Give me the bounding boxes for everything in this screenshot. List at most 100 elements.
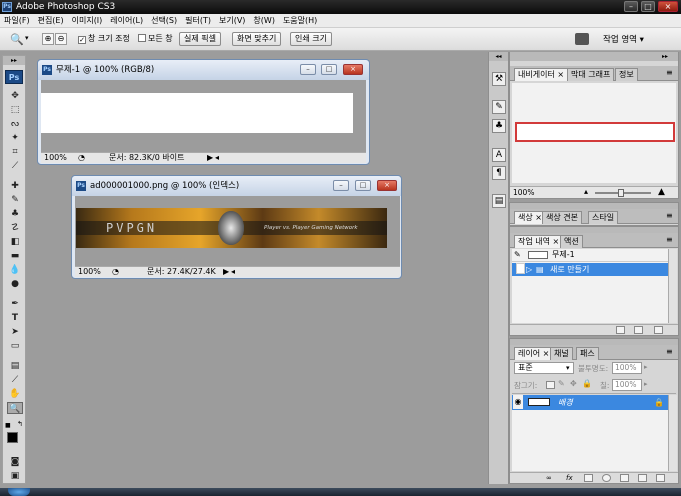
blend-mode-select[interactable]: 표준 ▾ bbox=[514, 362, 574, 374]
expand-dock-icon[interactable]: ◂◂ bbox=[489, 52, 508, 61]
minimize-button[interactable]: – bbox=[624, 1, 638, 12]
tool-preset-chevron-icon[interactable]: ▾ bbox=[25, 34, 29, 42]
shape-tool-icon[interactable]: ▭ bbox=[7, 340, 23, 352]
pen-tool-icon[interactable]: ✒ bbox=[7, 298, 23, 310]
scroll-left-icon[interactable]: ◂ bbox=[215, 153, 219, 163]
tab-info[interactable]: 정보 bbox=[615, 68, 638, 81]
panel-menu-icon[interactable]: ≡ bbox=[666, 211, 673, 220]
zoom-in-small-icon[interactable]: ▲ bbox=[658, 187, 665, 197]
navigator-view-box[interactable] bbox=[515, 122, 675, 142]
move-tool-icon[interactable]: ✥ bbox=[7, 90, 23, 102]
scroll-left-icon[interactable]: ◂ bbox=[231, 267, 235, 277]
type-tool-icon[interactable]: T bbox=[7, 312, 23, 324]
crop-tool-icon[interactable]: ⌗ bbox=[7, 146, 23, 158]
clone-stamp-tool-icon[interactable]: ♣ bbox=[7, 208, 23, 220]
lock-image-icon[interactable]: ✎ bbox=[558, 379, 565, 388]
document-window-png[interactable]: Ps ad000001000.png @ 100% (인덱스) – □ × PV… bbox=[71, 175, 402, 279]
path-selection-tool-icon[interactable]: ➤ bbox=[7, 326, 23, 338]
brush-tool-icon[interactable]: ✎ bbox=[7, 194, 23, 206]
layer-row-background[interactable]: ◉ 배경 🔒 bbox=[512, 395, 668, 410]
history-source-checkbox[interactable] bbox=[516, 263, 525, 274]
healing-brush-tool-icon[interactable]: ✚ bbox=[7, 180, 23, 192]
menu-window[interactable]: 창(W) bbox=[249, 14, 279, 27]
menu-layer[interactable]: 레이어(L) bbox=[106, 14, 147, 27]
delete-layer-icon[interactable] bbox=[656, 474, 665, 482]
foreground-color-swatch[interactable] bbox=[7, 432, 18, 443]
maximize-button[interactable]: □ bbox=[641, 1, 655, 12]
tab-actions[interactable]: 액션 bbox=[560, 235, 583, 248]
close-tab-icon[interactable]: × bbox=[535, 213, 542, 222]
lock-transparency-icon[interactable] bbox=[546, 381, 555, 389]
clone-source-icon[interactable]: ♣ bbox=[492, 119, 506, 133]
workspace-menu[interactable]: 작업 영역 ▾ bbox=[603, 33, 644, 45]
menu-view[interactable]: 보기(V) bbox=[215, 14, 249, 27]
menu-file[interactable]: 파일(F) bbox=[0, 14, 34, 27]
notes-tool-icon[interactable]: ▤ bbox=[7, 360, 23, 372]
close-tab-icon[interactable]: × bbox=[543, 349, 550, 358]
new-snapshot-icon[interactable] bbox=[634, 326, 643, 334]
default-colors-icon[interactable]: ■ bbox=[5, 422, 11, 429]
history-snapshot[interactable]: ✎ 무제-1 bbox=[512, 249, 668, 262]
canvas-white[interactable] bbox=[41, 93, 353, 133]
panel-menu-icon[interactable]: ≡ bbox=[666, 347, 673, 356]
paragraph-icon[interactable]: ¶ bbox=[492, 166, 506, 180]
tab-histogram[interactable]: 막대 그래프 bbox=[567, 68, 615, 81]
character-icon[interactable]: A bbox=[492, 148, 506, 162]
adjustment-layer-icon[interactable] bbox=[602, 474, 611, 482]
menu-image[interactable]: 이미지(I) bbox=[68, 14, 107, 27]
document-title-bar[interactable]: Ps ad000001000.png @ 100% (인덱스) – □ × bbox=[72, 176, 401, 196]
doc-minimize-button[interactable]: – bbox=[333, 180, 349, 191]
file-browser-icon[interactable] bbox=[575, 33, 589, 45]
magic-wand-tool-icon[interactable]: ✦ bbox=[7, 132, 23, 144]
history-brush-icon[interactable]: ✎ bbox=[514, 250, 521, 259]
layer-style-icon[interactable]: fx bbox=[566, 473, 573, 483]
fit-screen-button[interactable]: 화면 맞추기 bbox=[232, 32, 282, 46]
tab-history[interactable]: 작업 내역 × bbox=[514, 235, 564, 248]
lock-all-icon[interactable]: 🔒 bbox=[582, 379, 592, 388]
tool-presets-icon[interactable]: ⚒ bbox=[492, 72, 506, 86]
navigator-preview[interactable] bbox=[512, 83, 676, 183]
history-item-selected[interactable]: ▷ ▤ 새로 만들기 bbox=[512, 263, 668, 276]
zoom-in-icon[interactable]: ⊕ bbox=[42, 33, 54, 45]
tab-styles[interactable]: 스타일 bbox=[588, 211, 619, 224]
zoom-level[interactable]: 100% bbox=[44, 153, 67, 163]
resize-window-checkbox[interactable]: ✓ 창 크기 조정 bbox=[78, 33, 130, 45]
collapse-arrows-icon[interactable]: ▸▸ bbox=[662, 52, 668, 61]
tab-swatches[interactable]: 색상 견본 bbox=[542, 211, 582, 224]
fill-input[interactable]: 100% bbox=[612, 379, 642, 391]
canvas-area[interactable]: PVPGN Player vs. Player Gaming Network bbox=[75, 196, 400, 267]
close-tab-icon[interactable]: × bbox=[553, 237, 560, 246]
history-brush-tool-icon[interactable]: ☡ bbox=[7, 222, 23, 234]
doc-maximize-button[interactable]: □ bbox=[321, 64, 337, 75]
history-scrollbar[interactable] bbox=[668, 249, 677, 323]
zoom-out-icon[interactable]: ⊖ bbox=[55, 33, 67, 45]
collapse-arrows-icon[interactable]: ▸▸ bbox=[3, 56, 25, 65]
actual-pixels-button[interactable]: 실제 픽셀 bbox=[179, 32, 221, 46]
panel-menu-icon[interactable]: ≡ bbox=[666, 68, 673, 77]
eyedropper-tool-icon[interactable]: ⟋ bbox=[7, 374, 23, 386]
tab-channels[interactable]: 채널 bbox=[550, 347, 573, 360]
menu-help[interactable]: 도움말(H) bbox=[279, 14, 321, 27]
slice-tool-icon[interactable]: ⟋ bbox=[7, 160, 23, 172]
pvpgn-banner-image[interactable]: PVPGN Player vs. Player Gaming Network bbox=[76, 208, 387, 248]
all-windows-checkbox[interactable]: 모든 창 bbox=[138, 33, 173, 45]
new-document-from-state-icon[interactable] bbox=[616, 326, 625, 334]
close-button[interactable]: × bbox=[658, 1, 678, 12]
menu-select[interactable]: 선택(S) bbox=[147, 14, 181, 27]
canvas-area[interactable] bbox=[41, 80, 366, 153]
brushes-icon[interactable]: ✎ bbox=[492, 100, 506, 114]
blur-tool-icon[interactable]: 💧 bbox=[7, 264, 23, 276]
tab-paths[interactable]: 패스 bbox=[576, 347, 599, 360]
opacity-slider-arrow-icon[interactable]: ▸ bbox=[644, 363, 648, 371]
screen-mode-icon[interactable]: ▣ bbox=[7, 470, 23, 482]
lasso-tool-icon[interactable]: ᔓ bbox=[7, 118, 23, 130]
panel-menu-icon[interactable]: ≡ bbox=[666, 235, 673, 244]
menu-filter[interactable]: 필터(T) bbox=[181, 14, 215, 27]
start-button[interactable] bbox=[8, 488, 30, 496]
doc-minimize-button[interactable]: – bbox=[300, 64, 316, 75]
quick-mask-icon[interactable]: ◙ bbox=[7, 456, 23, 468]
doc-maximize-button[interactable]: □ bbox=[355, 180, 371, 191]
tab-layers[interactable]: 레이어 × bbox=[514, 347, 554, 360]
zoom-tool-icon[interactable]: 🔍 bbox=[7, 402, 23, 414]
lock-position-icon[interactable]: ✥ bbox=[570, 379, 577, 388]
